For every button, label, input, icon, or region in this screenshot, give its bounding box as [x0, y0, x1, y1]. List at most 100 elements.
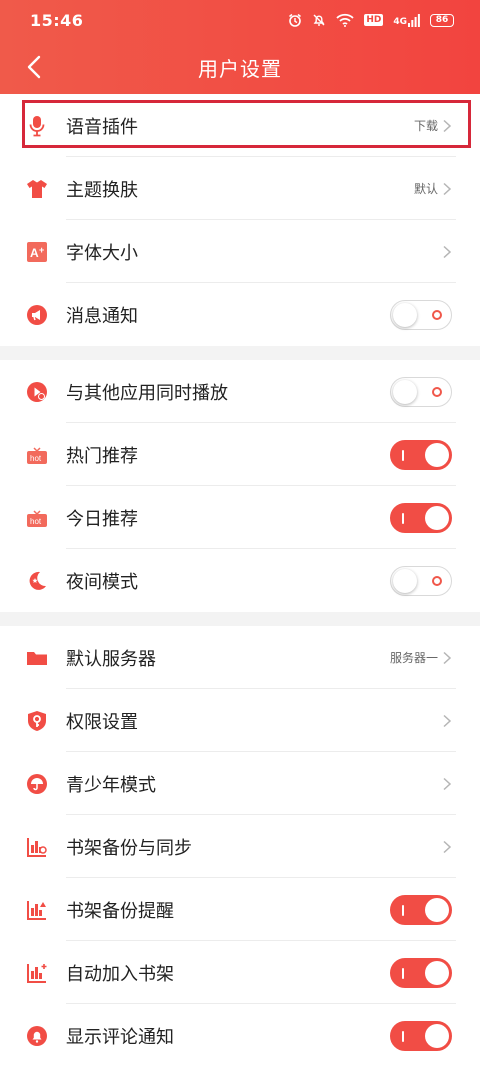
chevron-right-icon — [443, 777, 452, 790]
svg-text:A: A — [30, 246, 39, 260]
setting-play-with-others: 与其他应用同时播放 — [0, 360, 480, 423]
mute-bell-icon — [312, 13, 326, 27]
chevron-right-icon — [443, 714, 452, 727]
bell-icon — [26, 1025, 48, 1047]
bookshelf-add-icon — [26, 962, 48, 984]
bookshelf-alert-icon — [26, 899, 48, 921]
setting-right: 服务器一 — [390, 649, 452, 666]
chevron-right-icon — [443, 119, 452, 132]
setting-right — [442, 777, 452, 791]
megaphone-icon — [26, 304, 48, 326]
setting-right — [390, 439, 452, 470]
chevron-right-icon — [443, 182, 452, 195]
setting-default-server[interactable]: 默认服务器 服务器一 — [0, 626, 480, 689]
setting-label: 青少年模式 — [66, 774, 156, 796]
setting-label: 热门推荐 — [66, 445, 138, 467]
setting-right — [390, 376, 452, 407]
section-divider — [0, 346, 480, 360]
setting-permissions[interactable]: 权限设置 — [0, 689, 480, 752]
folder-icon — [26, 647, 48, 669]
hd-badge: HD — [364, 14, 384, 26]
setting-comment-notification: 显示评论通知 — [0, 1004, 480, 1067]
moon-icon — [26, 570, 48, 592]
bookshelf-sync-icon — [26, 836, 48, 858]
setting-right — [390, 957, 452, 988]
setting-label: 权限设置 — [66, 711, 138, 733]
setting-value: 默认 — [413, 182, 438, 196]
setting-right — [390, 894, 452, 925]
setting-today-recommend: hot 今日推荐 — [0, 486, 480, 549]
wifi-icon — [336, 13, 354, 27]
setting-teen-mode[interactable]: 青少年模式 — [0, 752, 480, 815]
setting-label: 语音插件 — [66, 116, 138, 138]
setting-label: 字体大小 — [66, 242, 138, 264]
alarm-icon — [288, 13, 302, 27]
toggle-switch[interactable] — [390, 957, 452, 988]
setting-label: 与其他应用同时播放 — [66, 382, 228, 404]
setting-voice-plugin[interactable]: 语音插件 下载 — [0, 94, 480, 157]
setting-auto-add-bookshelf: 自动加入书架 — [0, 941, 480, 1004]
chevron-right-icon — [443, 840, 452, 853]
setting-label: 书架备份提醒 — [66, 900, 174, 922]
setting-label: 今日推荐 — [66, 508, 138, 530]
setting-bookshelf-sync[interactable]: 书架备份与同步 — [0, 815, 480, 878]
setting-right — [442, 840, 452, 854]
network-type: 4G — [393, 16, 407, 27]
back-button[interactable] — [20, 52, 48, 82]
svg-text:+: + — [39, 245, 44, 255]
signal-indicator: 4G — [393, 13, 420, 27]
hot-tv-icon: hot — [26, 507, 48, 529]
status-bar: 15:46 HD 4G 86 — [0, 0, 480, 40]
umbrella-icon — [26, 773, 48, 795]
top-bar: 15:46 HD 4G 86 用户设置 — [0, 0, 480, 94]
setting-message-notification: 消息通知 — [0, 283, 480, 346]
section-divider — [0, 612, 480, 626]
setting-label: 主题换肤 — [66, 179, 138, 201]
setting-value: 服务器一 — [389, 651, 438, 665]
shield-key-icon — [26, 710, 48, 732]
toggle-switch[interactable] — [390, 565, 452, 596]
toggle-switch[interactable] — [390, 376, 452, 407]
tshirt-icon — [26, 178, 48, 200]
setting-hot-recommend: hot 热门推荐 — [0, 423, 480, 486]
setting-theme[interactable]: 主题换肤 默认 — [0, 157, 480, 220]
toggle-switch[interactable] — [390, 894, 452, 925]
setting-font-size[interactable]: A + 字体大小 — [0, 220, 480, 283]
setting-right — [390, 502, 452, 533]
setting-right — [390, 1020, 452, 1051]
setting-night-mode: 夜间模式 — [0, 549, 480, 612]
toggle-switch[interactable] — [390, 502, 452, 533]
setting-right: 默认 — [414, 180, 452, 197]
svg-text:hot: hot — [30, 454, 42, 463]
chevron-right-icon — [443, 651, 452, 664]
toggle-switch[interactable] — [390, 439, 452, 470]
setting-right — [390, 565, 452, 596]
signal-icon — [408, 13, 420, 27]
toggle-switch[interactable] — [390, 1020, 452, 1051]
chevron-right-icon — [443, 245, 452, 258]
microphone-icon — [26, 115, 48, 137]
status-time: 15:46 — [30, 10, 84, 30]
play-icon — [26, 381, 48, 403]
setting-right: 下载 — [414, 117, 452, 134]
toggle-switch[interactable] — [390, 299, 452, 330]
setting-right — [442, 245, 452, 259]
setting-label: 默认服务器 — [66, 648, 156, 670]
font-size-icon: A + — [26, 241, 48, 263]
setting-right — [442, 714, 452, 728]
setting-bookshelf-backup-reminder: 书架备份提醒 — [0, 878, 480, 941]
setting-label: 消息通知 — [66, 305, 138, 327]
settings-list: 语音插件 下载 主题换肤 默认 A + 字体大小 消息通知 与其他应用同时播放 … — [0, 94, 480, 1067]
setting-right — [390, 299, 452, 330]
setting-label: 夜间模式 — [66, 571, 138, 593]
status-icons: HD 4G 86 — [288, 13, 454, 27]
hot-tv-icon: hot — [26, 444, 48, 466]
setting-label: 书架备份与同步 — [66, 837, 192, 859]
svg-text:hot: hot — [30, 517, 42, 526]
nav-bar: 用户设置 — [0, 40, 480, 94]
battery-icon: 86 — [430, 13, 454, 27]
back-arrow-icon — [27, 55, 41, 79]
setting-label: 显示评论通知 — [66, 1026, 174, 1048]
page-title: 用户设置 — [198, 56, 282, 81]
setting-value: 下载 — [413, 119, 438, 133]
